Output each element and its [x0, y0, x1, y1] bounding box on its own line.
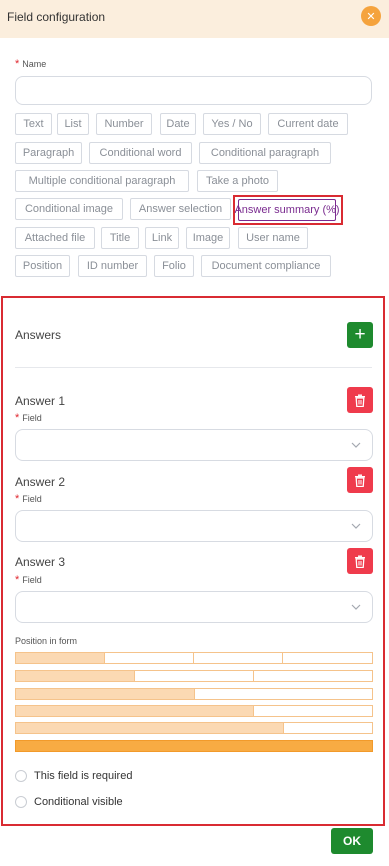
close-button[interactable]: ✕: [361, 6, 381, 26]
answer-3-label: Answer 3: [15, 555, 66, 569]
trash-icon: [355, 474, 365, 487]
conditional-visible-checkbox[interactable]: [15, 796, 27, 808]
answer-3-field-label: * Field: [15, 574, 42, 586]
position-slot[interactable]: [194, 688, 373, 700]
delete-answer-2-button[interactable]: [347, 467, 373, 493]
field-type-id-number[interactable]: ID number: [78, 255, 147, 277]
answer-2-field-label: * Field: [15, 493, 42, 505]
position-slot-selected[interactable]: [15, 688, 195, 700]
name-label: * Name: [15, 58, 46, 70]
answer-3-field-select[interactable]: [15, 591, 373, 623]
ok-button[interactable]: OK: [331, 828, 373, 854]
field-type-conditional-paragraph[interactable]: Conditional paragraph: [199, 142, 331, 164]
field-type-take-a-photo[interactable]: Take a photo: [197, 170, 278, 192]
position-row-3: [15, 688, 373, 700]
field-type-text[interactable]: Text: [15, 113, 52, 135]
answer-1-field-select[interactable]: [15, 429, 373, 461]
position-slot-selected[interactable]: [15, 670, 135, 682]
required-asterisk: *: [15, 574, 20, 586]
position-slot[interactable]: [193, 652, 283, 664]
position-slot-full-width[interactable]: [15, 740, 373, 752]
position-slot[interactable]: [283, 722, 373, 734]
position-slot[interactable]: [253, 705, 373, 717]
field-type-image[interactable]: Image: [186, 227, 230, 249]
position-slot-selected[interactable]: [15, 722, 284, 734]
chevron-down-icon: [351, 604, 361, 610]
field-type-folio[interactable]: Folio: [154, 255, 194, 277]
required-asterisk: *: [15, 493, 20, 505]
position-slot[interactable]: [253, 670, 373, 682]
field-type-paragraph[interactable]: Paragraph: [15, 142, 82, 164]
close-icon: ✕: [366, 10, 376, 23]
dialog-title: Field configuration: [7, 10, 106, 24]
field-type-attached-file[interactable]: Attached file: [15, 227, 95, 249]
position-row-5: [15, 722, 373, 734]
answer-2-field-select[interactable]: [15, 510, 373, 542]
trash-icon: [355, 394, 365, 407]
position-slot-selected[interactable]: [15, 705, 254, 717]
field-type-answer-selection[interactable]: Answer selection: [130, 198, 231, 220]
position-row-6: [15, 740, 373, 752]
name-label-text: Name: [22, 59, 47, 69]
name-input[interactable]: [15, 76, 372, 105]
required-checkbox-label: This field is required: [34, 770, 133, 782]
field-type-title[interactable]: Title: [101, 227, 139, 249]
answer-2-field-label-text: Field: [22, 494, 42, 504]
delete-answer-3-button[interactable]: [347, 548, 373, 574]
required-asterisk: *: [15, 412, 20, 424]
answer-2-label: Answer 2: [15, 475, 66, 489]
trash-icon: [355, 555, 365, 568]
divider: [15, 367, 372, 368]
position-slot-selected[interactable]: [15, 652, 105, 664]
chevron-down-icon: [351, 523, 361, 529]
field-type-number[interactable]: Number: [96, 113, 152, 135]
position-row-2: [15, 670, 373, 682]
required-asterisk: *: [15, 58, 20, 70]
field-type-conditional-image[interactable]: Conditional image: [15, 198, 123, 220]
field-type-link[interactable]: Link: [145, 227, 179, 249]
field-type-user-name[interactable]: User name: [238, 227, 308, 249]
field-type-document-compliance[interactable]: Document compliance: [201, 255, 331, 277]
dialog-header: Field configuration ✕: [0, 0, 389, 38]
position-slot[interactable]: [134, 670, 254, 682]
answer-1-label: Answer 1: [15, 394, 66, 408]
answers-title: Answers: [15, 328, 62, 342]
field-type-position[interactable]: Position: [15, 255, 70, 277]
field-type-date[interactable]: Date: [160, 113, 196, 135]
delete-answer-1-button[interactable]: [347, 387, 373, 413]
answer-1-field-label-text: Field: [22, 413, 42, 423]
position-slot[interactable]: [104, 652, 194, 664]
plus-icon: +: [354, 324, 366, 345]
position-row-4: [15, 705, 373, 717]
position-slot[interactable]: [282, 652, 373, 664]
field-type-answer-summary[interactable]: Answer summary (%): [234, 199, 340, 221]
answer-1-field-label: * Field: [15, 412, 42, 424]
field-type-multiple-conditional-paragraph[interactable]: Multiple conditional paragraph: [15, 170, 189, 192]
chevron-down-icon: [351, 442, 361, 448]
field-type-yes-no[interactable]: Yes / No: [203, 113, 261, 135]
add-answer-button[interactable]: +: [347, 322, 373, 348]
position-row-1: [15, 652, 373, 664]
position-in-form-label: Position in form: [15, 636, 78, 646]
required-checkbox[interactable]: [15, 770, 27, 782]
field-type-current-date[interactable]: Current date: [268, 113, 348, 135]
field-type-conditional-word[interactable]: Conditional word: [89, 142, 192, 164]
field-type-list[interactable]: List: [57, 113, 89, 135]
conditional-visible-label: Conditional visible: [34, 796, 123, 808]
answer-3-field-label-text: Field: [22, 575, 42, 585]
